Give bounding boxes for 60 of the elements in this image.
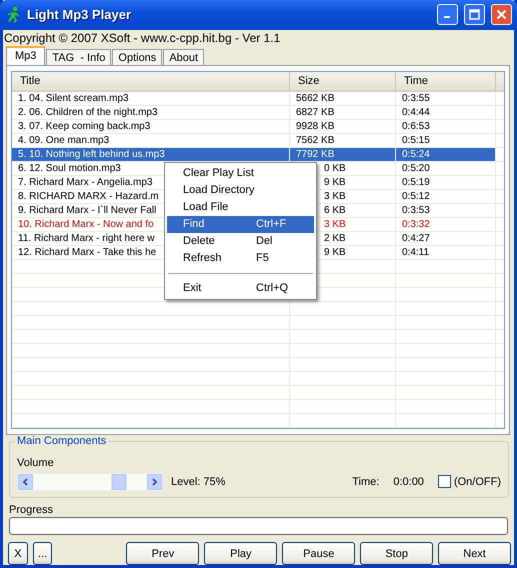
maximize-button[interactable] [464, 4, 485, 26]
table-cell: 0:6:53 [396, 120, 496, 133]
running-figure-icon [5, 6, 21, 24]
table-cell: 0:5:20 [396, 162, 496, 175]
table-cell: 7792 KB [290, 148, 396, 161]
checkbox-label: (On/OFF) [454, 476, 501, 488]
table-cell: 0:5:19 [396, 176, 496, 189]
maximize-icon [469, 9, 480, 20]
progress-label: Progress [9, 504, 54, 516]
volume-slider[interactable] [17, 472, 163, 491]
playlist-row[interactable]: 2. 06. Children of the night.mp3 6827 KB 0:4:44 [12, 106, 504, 120]
table-cell: 0:5:15 [396, 134, 496, 147]
time-value: 0:0:00 [393, 476, 424, 488]
table-cell: 0:4:44 [396, 106, 496, 119]
table-cell: 9928 KB [290, 120, 396, 133]
table-cell: 0:4:11 [396, 246, 496, 259]
table-cell: 2. 06. Children of the night.mp3 [12, 106, 290, 119]
tab[interactable]: Options [112, 48, 162, 65]
minimize-button[interactable] [437, 4, 458, 26]
column-header[interactable]: Time [396, 72, 496, 90]
playlist-row[interactable]: 3. 07. Keep coming back.mp3 9928 KB 0:6:53 [12, 120, 504, 134]
table-cell: 0:4:27 [396, 232, 496, 245]
column-header[interactable]: Size [290, 72, 396, 90]
button[interactable]: Pause [282, 542, 356, 565]
checkbox[interactable] [438, 475, 451, 488]
playlist-row[interactable]: 1. 04. Silent scream.mp3 5662 KB 0:3:55 [12, 92, 504, 106]
tab[interactable]: Mp3 [6, 46, 46, 65]
menu-item[interactable]: Exit Ctrl+Q [167, 280, 314, 297]
copyright-text: Copyright © 2007 XSoft - www.c-cpp.hit.bg - Ver 1.1 [3, 30, 282, 47]
column-header[interactable]: Title [12, 72, 290, 90]
button[interactable]: Next [438, 542, 512, 565]
table-cell: 0:5:24 [396, 148, 496, 161]
table-cell: 0:3:32 [396, 218, 496, 231]
volume-label: Volume [17, 456, 54, 469]
button[interactable]: Prev [126, 542, 200, 565]
tab[interactable]: About [163, 48, 204, 65]
menu-item[interactable]: Find Ctrl+F [167, 216, 314, 233]
table-cell: 3. 07. Keep coming back.mp3 [12, 120, 290, 133]
close-button[interactable] [491, 4, 512, 26]
level-text: Level: 75% [171, 476, 226, 488]
table-cell: 1. 04. Silent scream.mp3 [12, 92, 290, 105]
window-title: Light Mp3 Player [27, 7, 132, 22]
table-cell: 5. 10. Nothing left behind us.mp3 [12, 148, 290, 161]
group-title: Main Components [15, 434, 108, 447]
button[interactable]: Stop [360, 542, 434, 565]
slider-thumb[interactable] [111, 474, 126, 490]
table-cell: 0:3:55 [396, 92, 496, 105]
table-cell: 6827 KB [290, 106, 396, 119]
button[interactable]: X [8, 542, 28, 565]
table-cell: 0:3:53 [396, 204, 496, 217]
button[interactable]: ... [32, 542, 52, 565]
button[interactable]: Play [204, 542, 278, 565]
close-icon [496, 9, 507, 20]
table-cell: 0:5:12 [396, 190, 496, 203]
table-cell: 7562 KB [290, 134, 396, 147]
time-label: Time: [352, 476, 380, 488]
tab[interactable]: TAG - Info [46, 48, 112, 65]
playlist-row[interactable]: 5. 10. Nothing left behind us.mp3 7792 KB 0:5:24 [12, 148, 504, 162]
table-cell: 5662 KB [290, 92, 396, 105]
table-cell: 4. 09. One man.mp3 [12, 134, 290, 147]
